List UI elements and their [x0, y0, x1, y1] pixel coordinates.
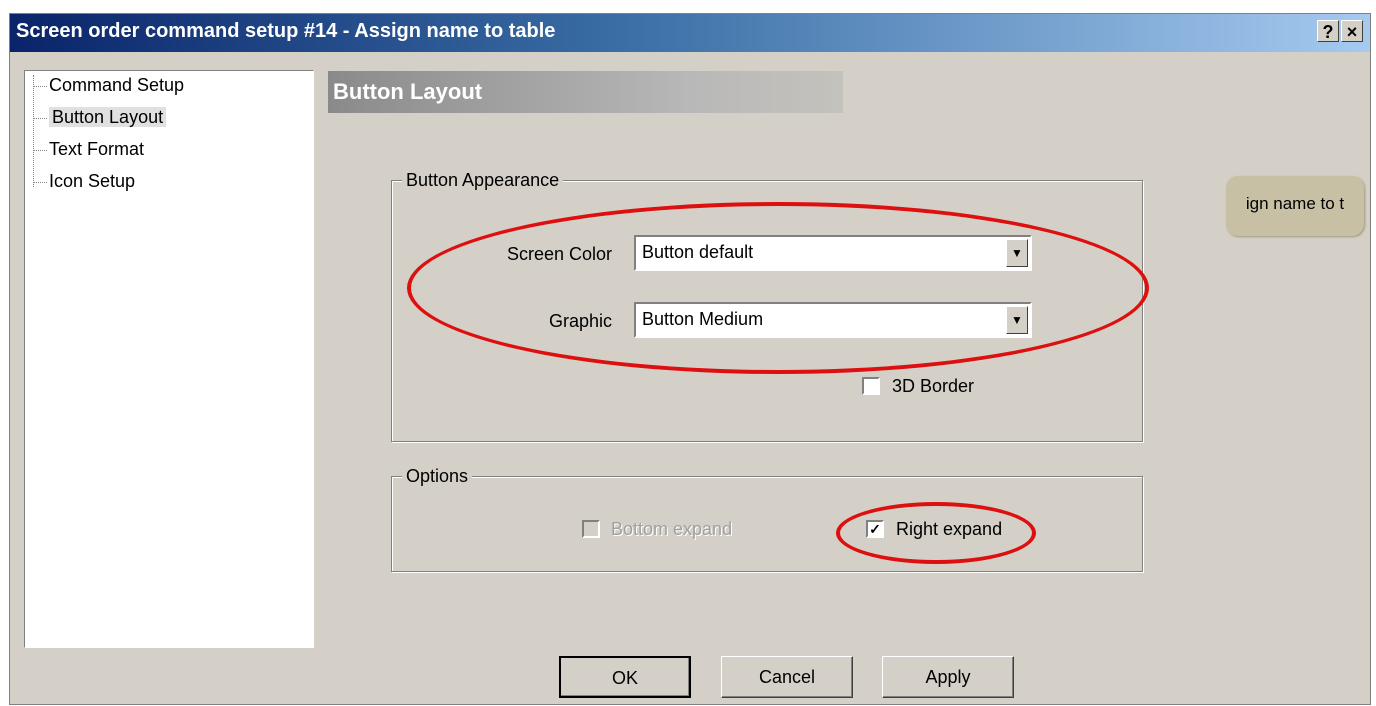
ok-button[interactable]: OK [559, 656, 691, 698]
right-expand-checkbox[interactable]: ✓ [866, 520, 884, 538]
options-group: Options [391, 465, 1143, 572]
tree-dots-icon [33, 85, 47, 87]
section-header: Button Layout [328, 71, 843, 113]
tree-dots-icon [33, 117, 47, 119]
tree-item-label: Text Format [49, 139, 145, 159]
tree-item-button-layout[interactable]: Button Layout [33, 103, 167, 131]
screen-color-label: Screen Color [506, 244, 612, 264]
dialog-window: Screen order command setup #14 - Assign … [9, 13, 1371, 705]
close-button[interactable]: × [1341, 20, 1363, 42]
tree-item-label: Command Setup [49, 75, 185, 95]
bottom-expand-checkbox [582, 520, 600, 538]
bottom-expand-label: Bottom expand [611, 519, 733, 539]
button-preview: ign name to t [1226, 176, 1364, 236]
graphic-value: Button Medium [642, 309, 764, 329]
tree-dots-icon [33, 149, 47, 151]
dropdown-arrow-icon[interactable]: ▼ [1006, 306, 1028, 334]
3d-border-label[interactable]: 3D Border [892, 376, 974, 397]
tree-item-label: Icon Setup [49, 171, 136, 191]
screen-color-select[interactable]: Button default ▼ [634, 235, 1032, 271]
3d-border-checkbox[interactable] [862, 377, 880, 395]
settings-tree: Command Setup Button Layout Text Format … [24, 70, 314, 648]
group-label-options: Options [402, 465, 473, 487]
tree-dots-icon [33, 181, 47, 183]
apply-button[interactable]: Apply [882, 656, 1014, 698]
tree-item-label: Button Layout [49, 107, 167, 127]
cancel-button[interactable]: Cancel [721, 656, 853, 698]
tree-item-command-setup[interactable]: Command Setup [33, 71, 184, 99]
tree-item-text-format[interactable]: Text Format [33, 135, 144, 163]
help-button[interactable]: ? [1317, 20, 1339, 42]
dropdown-arrow-icon[interactable]: ▼ [1006, 239, 1028, 267]
screen-color-value: Button default [642, 242, 754, 262]
graphic-select[interactable]: Button Medium ▼ [634, 302, 1032, 338]
right-expand-label[interactable]: Right expand [896, 519, 1002, 540]
title-bar[interactable]: Screen order command setup #14 - Assign … [10, 14, 1370, 52]
group-label-appearance: Button Appearance [402, 169, 564, 191]
graphic-label: Graphic [548, 311, 612, 331]
window-title: Screen order command setup #14 - Assign … [16, 20, 556, 42]
checkmark-icon: ✓ [869, 521, 881, 537]
tree-item-icon-setup[interactable]: Icon Setup [33, 167, 135, 195]
